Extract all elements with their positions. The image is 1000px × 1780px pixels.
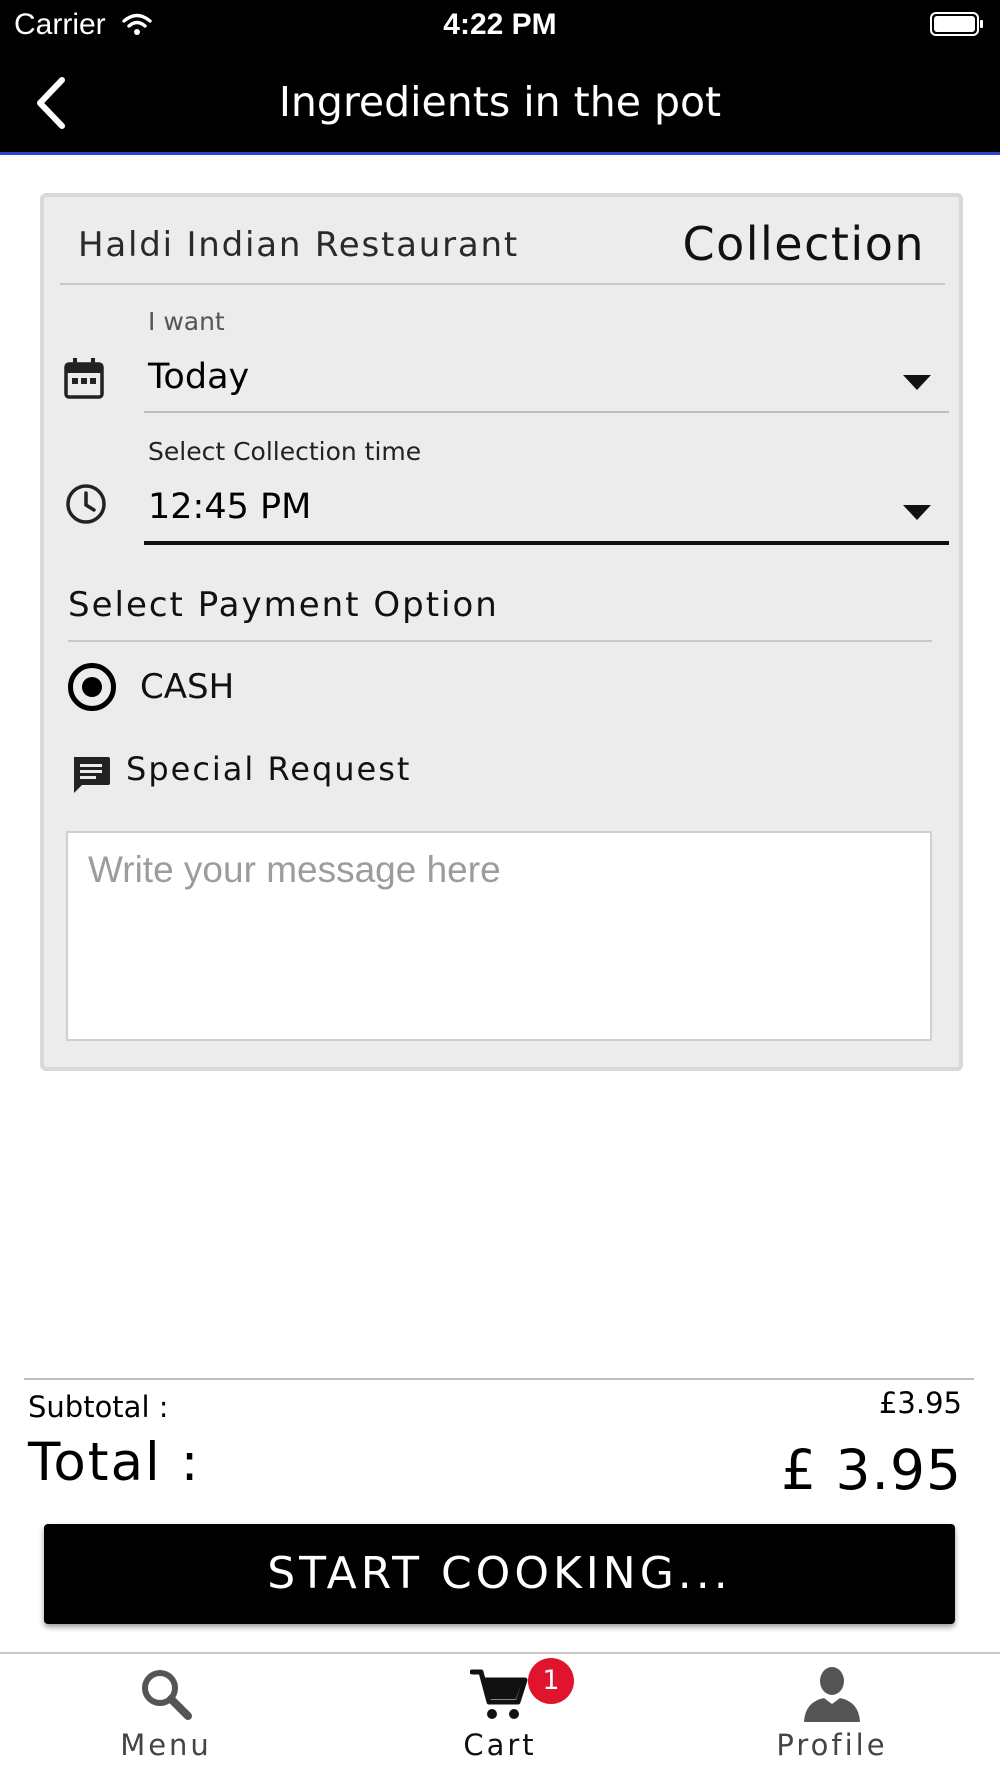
cart-icon [470,1669,528,1719]
status-time: 4:22 PM [443,8,557,41]
divider [60,283,945,285]
tab-profile[interactable]: Profile [722,1654,942,1778]
page-title: Ingredients in the pot [278,78,722,126]
divider [68,640,932,642]
special-request-label: Special Request [126,750,412,788]
order-details-card: Haldi Indian Restaurant Collection I wan… [40,193,963,1071]
order-mode: Collection [682,217,925,271]
tab-menu[interactable]: Menu [56,1654,276,1778]
tab-cart[interactable]: 1 Cart [390,1654,610,1778]
day-select-value: Today [148,357,250,397]
cash-option-label[interactable]: CASH [140,667,234,707]
time-select[interactable]: 12:45 PM [144,477,949,545]
cash-radio[interactable] [68,663,116,711]
nav-bar: Ingredients in the pot [0,50,1000,155]
calendar-icon [64,358,104,399]
time-select-label: Select Collection time [148,437,422,466]
divider [24,1378,974,1380]
radio-selected-dot [82,677,102,697]
cart-count-badge: 1 [528,1658,574,1704]
tab-label: Menu [120,1728,212,1762]
time-select-value: 12:45 PM [148,487,312,527]
clock-icon [66,484,106,524]
search-icon [142,1670,192,1720]
tab-bar: Menu 1 Cart Profile [0,1652,1000,1780]
user-icon [804,1667,860,1722]
special-request-input[interactable] [66,831,932,1041]
tab-label: Profile [776,1728,888,1762]
chat-icon [74,757,110,793]
status-bar: Carrier 4:22 PM [0,0,1000,50]
total-label: Total : [28,1432,201,1493]
day-select[interactable]: Today [144,349,949,413]
total-value: £ 3.95 [781,1438,962,1502]
subtotal-value: £3.95 [878,1386,962,1420]
battery-icon [930,12,983,36]
restaurant-name: Haldi Indian Restaurant [78,225,520,265]
dropdown-arrow-icon [903,375,931,390]
dropdown-arrow-icon [903,505,931,520]
start-cooking-button[interactable]: START COOKING... [44,1524,955,1624]
tab-label: Cart [463,1728,537,1762]
payment-heading: Select Payment Option [68,585,499,625]
subtotal-label: Subtotal : [28,1390,169,1424]
day-select-label: I want [148,307,225,336]
